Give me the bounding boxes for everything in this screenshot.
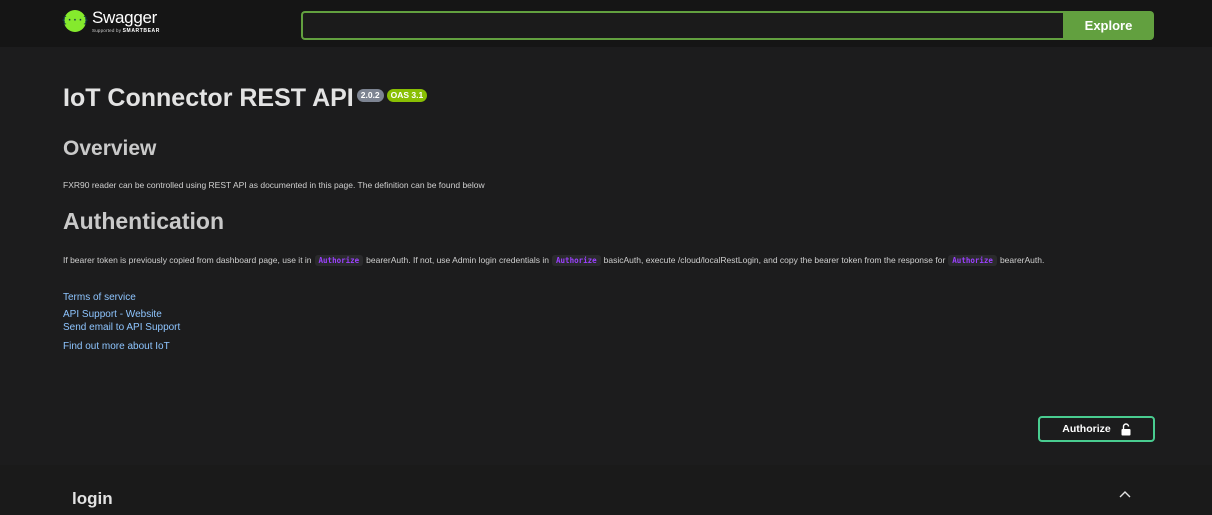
api-support-email-link[interactable]: Send email to API Support xyxy=(63,322,180,334)
authorize-code: Authorize xyxy=(948,255,997,266)
overview-text: FXR90 reader can be controlled using RES… xyxy=(63,180,485,190)
logo-text: Swagger Supported by SMARTBEAR xyxy=(92,8,160,35)
terms-of-service-link[interactable]: Terms of service xyxy=(63,292,136,304)
external-docs-link[interactable]: Find out more about IoT xyxy=(63,341,170,353)
oas-badge: OAS 3.1 xyxy=(386,89,428,102)
authorize-label: Authorize xyxy=(1062,423,1111,435)
api-title: IoT Connector REST API 2.0.2 OAS 3.1 xyxy=(63,84,428,113)
unlocked-icon xyxy=(1121,422,1131,436)
api-title-text: IoT Connector REST API xyxy=(63,84,354,112)
login-section-header[interactable]: login xyxy=(0,465,1212,515)
overview-heading: Overview xyxy=(63,137,157,160)
top-bar: {···} Swagger Supported by SMARTBEAR Exp… xyxy=(0,0,1212,47)
authorize-button[interactable]: Authorize xyxy=(1038,416,1155,442)
logo-subtitle: Supported by SMARTBEAR xyxy=(92,28,160,34)
version-badge: 2.0.2 xyxy=(356,89,384,102)
authentication-heading: Authentication xyxy=(63,208,224,234)
authentication-text: If bearer token is previously copied fro… xyxy=(63,255,1045,266)
authorize-code: Authorize xyxy=(314,255,364,266)
url-search-input[interactable] xyxy=(301,11,1063,40)
logo-title: Swagger xyxy=(92,8,157,27)
swagger-logo-icon: {···} xyxy=(61,10,89,32)
authorize-code: Authorize xyxy=(552,255,601,266)
chevron-up-icon[interactable] xyxy=(1118,488,1132,502)
explore-button[interactable]: Explore xyxy=(1063,11,1154,40)
api-support-website-link[interactable]: API Support - Website xyxy=(63,309,162,321)
section-title: login xyxy=(72,489,113,508)
swagger-logo[interactable]: {···} Swagger Supported by SMARTBEAR xyxy=(61,8,160,39)
